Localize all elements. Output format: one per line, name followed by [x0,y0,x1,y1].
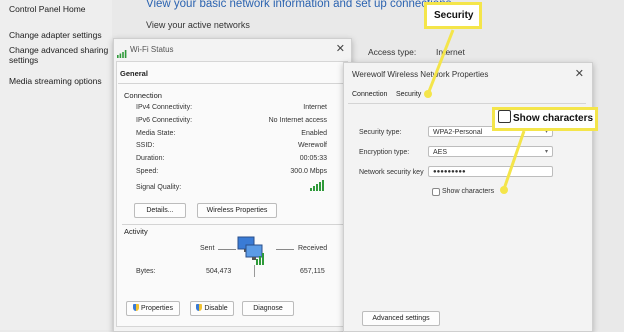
show-characters-callout: Show characters [492,107,598,131]
callout-leader-line [426,29,455,95]
callout-leader-lines [426,29,526,190]
checkbox-icon [498,110,511,123]
callout-dot [500,186,508,194]
security-callout: Security [424,2,482,29]
security-callout-label: Security [434,10,474,21]
show-characters-callout-label: Show characters [513,113,594,124]
callout-leader-line [502,130,526,190]
callout-dot [424,90,432,98]
